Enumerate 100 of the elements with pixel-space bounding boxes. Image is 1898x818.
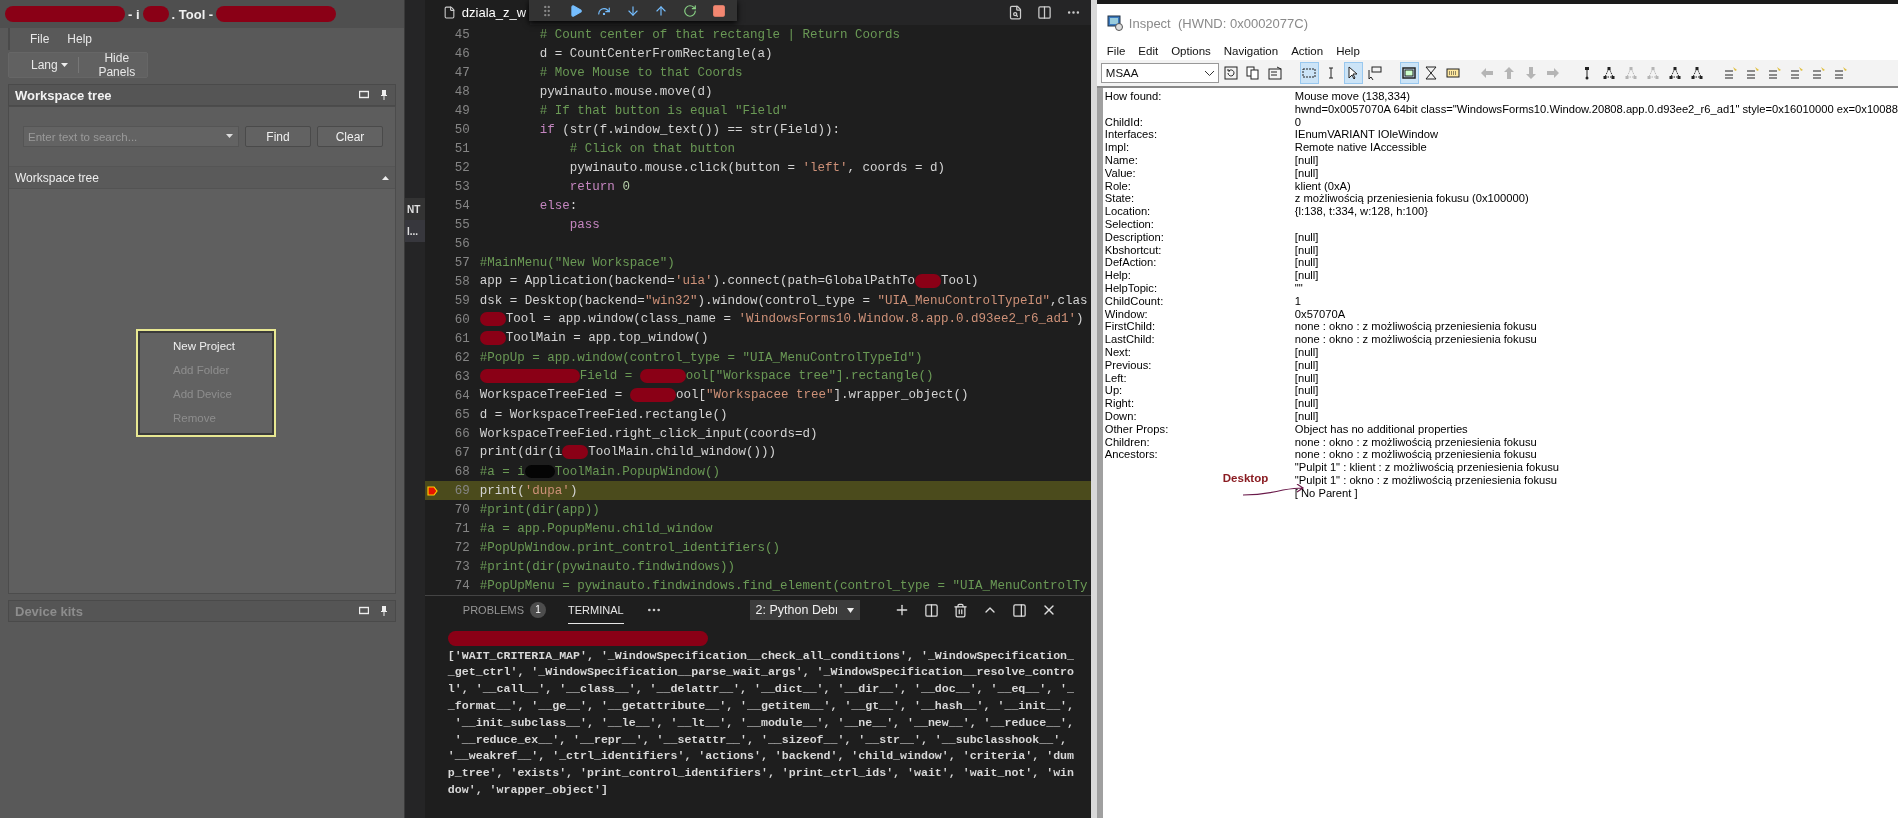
refresh-icon[interactable] — [1224, 66, 1239, 80]
menu-item[interactable]: Action — [1291, 45, 1324, 57]
list-edit-icon[interactable] — [1768, 66, 1783, 80]
panel-tab[interactable]: TERMINAL — [568, 596, 624, 624]
property-label: Left: — [1104, 371, 1128, 385]
trash-icon[interactable] — [952, 602, 968, 618]
menu-item[interactable]: File — [30, 32, 50, 46]
property-value: none : okno : z możliwością przeniesienia fokusu — [1294, 320, 1537, 334]
line-number: 60 — [453, 312, 470, 327]
property-label: Window: — [1104, 307, 1149, 321]
property-value: [ No Parent ] — [1294, 486, 1359, 500]
split-icon[interactable] — [923, 602, 939, 618]
pin-icon[interactable] — [379, 90, 389, 100]
line-number: 74 — [453, 578, 470, 593]
panel-button[interactable]: Clear — [317, 126, 383, 147]
list-edit-icon[interactable] — [1790, 66, 1805, 80]
line-number: 71 — [453, 521, 470, 536]
panel-icon[interactable] — [1011, 602, 1027, 618]
list-edit-icon[interactable] — [1834, 66, 1849, 80]
pin-icon[interactable] — [379, 606, 389, 616]
line-number: 52 — [453, 160, 470, 175]
property-value: klient (0xA) — [1294, 179, 1351, 193]
menu-item[interactable]: Edit — [1138, 45, 1159, 57]
line-number: 64 — [453, 388, 470, 403]
code-line: d = WorkspaceTreeFied.rectangle() — [479, 407, 728, 422]
play-icon[interactable] — [568, 3, 583, 18]
panel-button[interactable]: Find — [245, 126, 311, 147]
terminal-line: _format__', '__ge__', '__getattribute__', '__getitem__', '__gt__', '__hash__', '__init__', — [447, 699, 1074, 713]
line-number: 62 — [453, 350, 470, 365]
code-line: # Count center of that rectangle | Return Coords — [538, 27, 900, 42]
tree-icon[interactable] — [1668, 66, 1683, 80]
menu-item[interactable]: New Project — [173, 337, 269, 355]
redaction-mark — [142, 6, 169, 22]
tooltip-icon[interactable] — [1368, 66, 1383, 80]
property-label: DefAction: — [1104, 256, 1158, 270]
toolbar-button[interactable]: Hide Panels — [86, 51, 147, 79]
property-label: How found: — [1104, 90, 1163, 103]
terminal-line: ['WAIT_CRITERIA_MAP', '_WindowSpecification__check_all_conditions', '_WindowSpecification_ — [447, 648, 1074, 662]
keyboard-icon[interactable] — [1446, 66, 1461, 80]
menu-item[interactable]: File — [1106, 45, 1126, 57]
line-number: 56 — [453, 236, 470, 251]
property-label: Description: — [1104, 230, 1165, 244]
menu-item[interactable]: Help — [67, 32, 93, 46]
caret-icon[interactable] — [226, 134, 233, 138]
chevron-down-icon — [1204, 70, 1214, 76]
properties-icon[interactable] — [1268, 66, 1283, 80]
code-line: pywinauto.mouse.click(button = 'left', coords = d) — [568, 160, 945, 175]
restore-icon[interactable] — [359, 90, 369, 100]
property-value: [null] — [1294, 166, 1319, 180]
restart-icon[interactable] — [682, 3, 697, 18]
file-icon — [442, 6, 456, 19]
panel-title: Device kits — [15, 603, 84, 619]
property-label: Name: — [1104, 154, 1139, 167]
terminal-select[interactable]: 2: Python Debı — [749, 600, 860, 620]
rectangle-icon[interactable] — [1302, 66, 1317, 80]
panel-title: Workspace tree — [15, 87, 113, 103]
property-label: State: — [1104, 192, 1136, 206]
list-edit-icon[interactable] — [1746, 66, 1761, 80]
property-value: [null] — [1294, 269, 1319, 282]
dropdown-button[interactable]: Lang — [29, 58, 70, 72]
breakpoint-icon[interactable] — [426, 485, 438, 496]
search-icon[interactable] — [1007, 5, 1023, 20]
editor-tab[interactable]: dziala_z_w — [424, 0, 531, 25]
copy-icon[interactable] — [1246, 66, 1261, 80]
menu-item[interactable]: Options — [1171, 45, 1211, 57]
panel-tab[interactable]: PROBLEMS 1 — [462, 596, 546, 624]
property-value: Remote native IAccessible — [1294, 141, 1427, 154]
code-line: #PopUpWindow.print_control_identifiers() — [479, 540, 780, 555]
line-number: 70 — [453, 502, 470, 517]
code-line: #PopUpMenu = pywinauto.findwindows.find_element(control_type = "UIA_MenuControlTy — [479, 578, 1088, 593]
property-value: z możliwością przeniesienia fokusu (0x100000) — [1294, 192, 1529, 206]
list-edit-icon[interactable] — [1724, 66, 1739, 80]
property-value: "Pulpit 1" : okno : z możliwością przeniesienia fokusu — [1294, 473, 1559, 487]
property-value: [null] — [1294, 243, 1319, 257]
app-icon — [1106, 15, 1123, 31]
property-value: [null] — [1294, 358, 1319, 372]
property-label: Kbshortcut: — [1104, 243, 1163, 257]
line-number: 68 — [453, 464, 470, 479]
collapse-icon[interactable] — [382, 175, 389, 180]
tree-icon[interactable] — [1690, 66, 1705, 80]
code-line: dsk = Desktop(backend="win32").window(control_type = "UIA_MenuControlTypeId",clas — [479, 293, 1088, 308]
stop-icon[interactable] — [711, 3, 726, 18]
mode-select[interactable]: MSAA — [1100, 63, 1219, 83]
code-line: # Move Mouse to that Coords — [538, 65, 743, 80]
menu-item[interactable]: Navigation — [1223, 45, 1279, 57]
restore-icon[interactable] — [359, 606, 369, 616]
line-number: 49 — [453, 103, 470, 118]
line-number: 55 — [453, 217, 470, 232]
property-value: [null] — [1294, 256, 1319, 270]
tree-icon[interactable] — [1602, 66, 1617, 80]
menu-item[interactable]: Help — [1336, 45, 1360, 57]
hourglass-icon[interactable] — [1424, 66, 1439, 80]
list-edit-icon[interactable] — [1812, 66, 1827, 80]
window-title: Inspect (HWND: 0x0002077C) — [1128, 15, 1308, 31]
property-value: [null] — [1294, 384, 1319, 398]
line-number: 58 — [453, 274, 470, 289]
split-icon[interactable] — [1036, 5, 1052, 20]
frame-icon[interactable] — [1402, 66, 1417, 80]
caret-icon — [60, 63, 68, 67]
property-label: Help: — [1104, 269, 1132, 282]
